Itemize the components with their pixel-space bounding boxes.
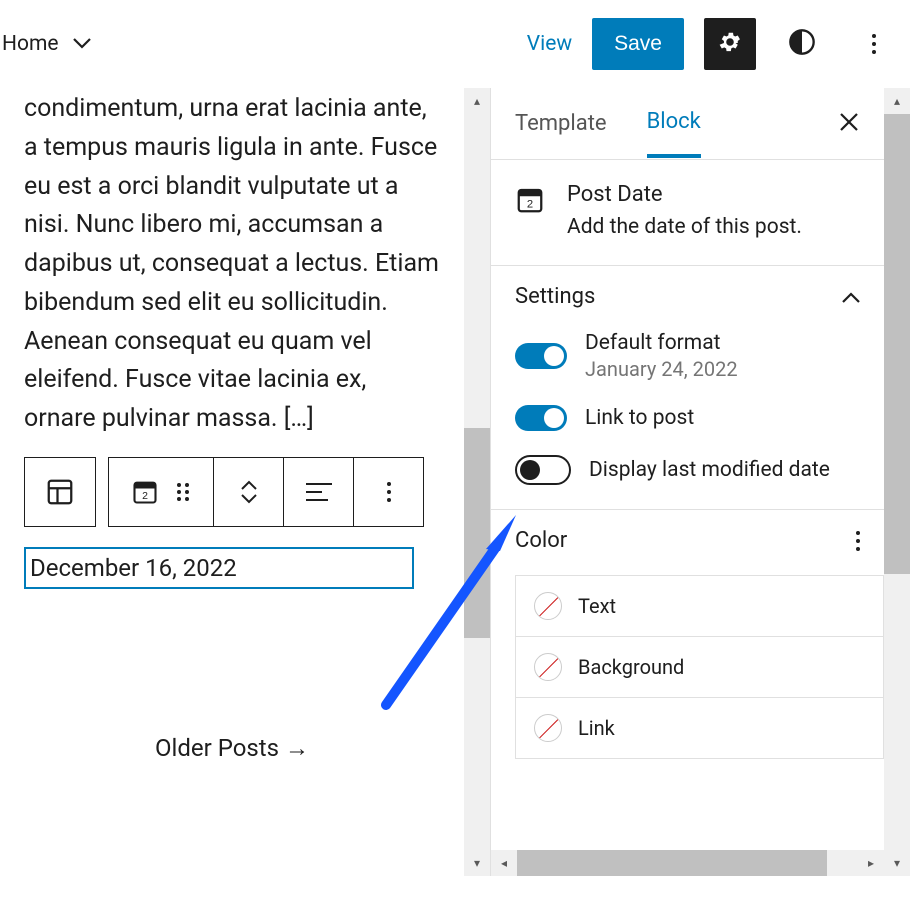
tab-block[interactable]: Block [647,89,701,158]
settings-label: Settings [515,284,595,309]
block-description: Add the date of this post. [567,215,802,239]
layout-icon [45,477,75,507]
link-to-post-label: Link to post [585,406,694,430]
link-to-post-toggle[interactable] [515,405,567,431]
block-toolbar: 2 [24,457,440,527]
view-link[interactable]: View [527,32,572,56]
block-more-button[interactable] [354,457,424,527]
chevron-up-icon [842,291,860,303]
post-date-block[interactable]: December 16, 2022 [24,547,414,589]
drag-handle-icon [175,482,191,502]
tab-template[interactable]: Template [515,91,607,156]
parent-block-button[interactable] [24,457,96,527]
calendar-icon: 2 [131,478,159,506]
scroll-down-arrow[interactable]: ▾ [464,850,490,876]
hscroll-thumb[interactable] [517,850,827,876]
block-type-button[interactable]: 2 [108,457,214,527]
color-label: Color [515,528,567,553]
scroll-thumb[interactable] [884,114,910,574]
scroll-up-arrow[interactable]: ▴ [464,88,490,114]
color-background-row[interactable]: Background [516,637,883,698]
close-icon [838,111,860,133]
block-title: Post Date [567,182,802,207]
color-background-label: Background [578,655,684,679]
align-button[interactable] [284,457,354,527]
editor-scrollbar[interactable]: ▴ ▾ [464,88,490,876]
display-modified-label: Display last modified date [589,458,830,482]
chevron-up-icon [241,480,257,490]
more-vertical-icon [872,34,876,54]
scroll-right-arrow[interactable]: ▸ [858,850,884,876]
color-link-row[interactable]: Link [516,698,883,759]
more-vertical-icon[interactable] [856,531,860,551]
gear-icon [717,29,743,59]
scroll-down-arrow[interactable]: ▾ [884,850,910,876]
color-swatch-empty [534,592,562,620]
save-button[interactable]: Save [592,18,684,70]
color-section-header[interactable]: Color [515,528,884,553]
align-left-icon [306,482,332,502]
close-sidebar-button[interactable] [838,111,860,137]
sidebar-horizontal-scrollbar[interactable]: ◂ ▸ [491,850,884,876]
default-format-label: Default format [585,331,738,355]
svg-text:2: 2 [527,199,533,211]
breadcrumb-home[interactable]: Home [2,32,59,56]
color-text-label: Text [578,594,616,618]
color-text-row[interactable]: Text [516,576,883,637]
settings-section-header[interactable]: Settings [515,284,860,309]
contrast-icon [788,28,816,60]
more-vertical-icon [387,482,391,502]
chevron-down-icon[interactable] [73,35,91,54]
scroll-up-arrow[interactable]: ▴ [884,88,910,114]
move-buttons[interactable] [214,457,284,527]
post-date-icon: 2 [515,185,545,239]
chevron-down-icon [241,494,257,504]
default-format-example: January 24, 2022 [585,357,738,381]
more-options-button[interactable] [848,18,900,70]
color-swatch-empty [534,714,562,742]
svg-text:2: 2 [142,490,148,502]
default-format-toggle[interactable] [515,343,567,369]
post-excerpt-text: condimentum, urna erat lacinia ante, a t… [24,90,440,439]
styles-button[interactable] [776,18,828,70]
scroll-thumb[interactable] [464,428,490,638]
sidebar-scrollbar[interactable]: ▴ ▾ [884,88,910,876]
older-posts-link[interactable]: Older Posts → [24,734,440,763]
settings-button[interactable] [704,18,756,70]
color-link-label: Link [578,716,615,740]
scroll-left-arrow[interactable]: ◂ [491,850,517,876]
color-swatch-empty [534,653,562,681]
display-modified-toggle[interactable] [515,455,571,485]
